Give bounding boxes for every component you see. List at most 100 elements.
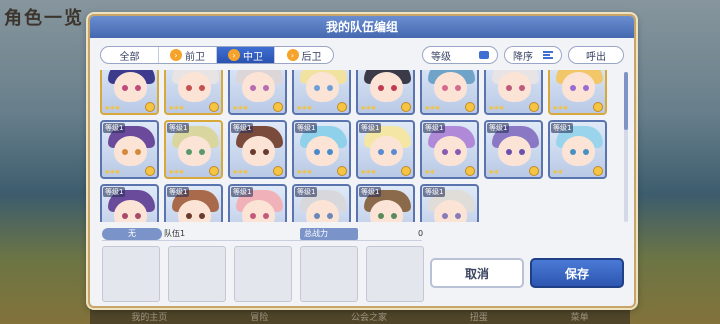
sort-order-button[interactable]: 降序 bbox=[504, 46, 562, 64]
character-eye bbox=[122, 85, 128, 91]
character-portrait-face bbox=[562, 136, 595, 166]
level-filter-button[interactable]: 等级 bbox=[422, 46, 498, 64]
star-rating: ★★ bbox=[552, 168, 564, 176]
team-info-bar: 无 队伍1 总战力 0 bbox=[102, 228, 424, 240]
character-portrait-face bbox=[370, 200, 403, 222]
grid-scrollbar[interactable] bbox=[624, 72, 628, 222]
character-card[interactable]: ★★★ bbox=[292, 70, 351, 115]
team-name[interactable]: 队伍1 bbox=[164, 228, 185, 240]
character-card[interactable]: ★★★ bbox=[228, 70, 287, 115]
rank-up-icon bbox=[401, 102, 411, 112]
team-slot[interactable] bbox=[366, 246, 424, 302]
character-eye bbox=[519, 85, 525, 91]
character-eye bbox=[570, 149, 576, 155]
character-eye bbox=[327, 85, 333, 91]
team-slot[interactable] bbox=[300, 246, 358, 302]
tab-position[interactable]: › 后卫 bbox=[275, 47, 333, 63]
rank-up-icon bbox=[209, 102, 219, 112]
character-card[interactable]: 等级1 ★★ bbox=[484, 120, 543, 179]
star-rating: ★★ bbox=[488, 168, 500, 176]
total-power-value: 0 bbox=[418, 229, 424, 238]
character-portrait-face bbox=[306, 200, 339, 222]
character-eye bbox=[250, 85, 256, 91]
character-card[interactable]: ★★★ bbox=[548, 70, 607, 115]
cancel-button[interactable]: 取消 bbox=[430, 258, 524, 288]
star-rating: ★★★ bbox=[232, 104, 249, 112]
tab-position[interactable]: › 前卫 bbox=[159, 47, 217, 63]
character-eye bbox=[327, 149, 333, 155]
character-eye bbox=[314, 149, 320, 155]
character-portrait-face bbox=[370, 72, 403, 102]
character-eye bbox=[378, 85, 384, 91]
rank-up-icon bbox=[337, 166, 347, 176]
filter-square-icon bbox=[479, 51, 489, 59]
call-button[interactable]: 呼出 bbox=[568, 46, 624, 64]
star-rating: ★★★ bbox=[488, 104, 505, 112]
character-eye bbox=[442, 213, 448, 219]
total-power-label: 总战力 bbox=[300, 228, 358, 240]
character-eye bbox=[519, 149, 525, 155]
character-level: 等级1 bbox=[231, 187, 254, 197]
team-divider bbox=[102, 240, 422, 241]
character-eye bbox=[583, 149, 589, 155]
character-card[interactable]: 等级1 ★★★ bbox=[228, 120, 287, 179]
rank-up-icon bbox=[273, 166, 283, 176]
character-portrait-face bbox=[434, 72, 467, 102]
character-eye bbox=[583, 85, 589, 91]
character-eye bbox=[186, 85, 192, 91]
character-card[interactable]: 等级1★★ bbox=[292, 184, 351, 222]
character-eye bbox=[378, 149, 384, 155]
character-portrait-face bbox=[434, 200, 467, 222]
character-portrait-face bbox=[114, 72, 147, 102]
team-slot[interactable] bbox=[102, 246, 160, 302]
tab-label: 中卫 bbox=[243, 51, 263, 63]
character-card[interactable]: 等级1★★ bbox=[420, 184, 479, 222]
character-card[interactable]: 等级1★★ bbox=[356, 184, 415, 222]
rank-up-icon bbox=[465, 102, 475, 112]
character-card[interactable]: ★★★ bbox=[484, 70, 543, 115]
save-button[interactable]: 保存 bbox=[530, 258, 624, 288]
character-level: 等级1 bbox=[487, 123, 510, 133]
character-card[interactable]: 等级1★★ bbox=[228, 184, 287, 222]
team-slot[interactable] bbox=[168, 246, 226, 302]
character-portrait-face bbox=[562, 72, 595, 102]
character-card[interactable]: 等级1★★ bbox=[100, 184, 159, 222]
character-eye bbox=[250, 213, 256, 219]
star-rating: ★★★ bbox=[168, 104, 185, 112]
character-level: 等级1 bbox=[295, 187, 318, 197]
character-eye bbox=[442, 85, 448, 91]
tab-position[interactable]: › 中卫 bbox=[217, 47, 275, 63]
character-card[interactable]: 等级1★★ bbox=[420, 120, 479, 179]
character-portrait-face bbox=[178, 200, 211, 222]
team-slot[interactable] bbox=[234, 246, 292, 302]
character-card[interactable]: 等级1 ★★★ bbox=[356, 120, 415, 179]
character-portrait-face bbox=[306, 136, 339, 166]
character-card[interactable]: 等级1★★ bbox=[548, 120, 607, 179]
character-eye bbox=[327, 213, 333, 219]
character-eye bbox=[199, 213, 205, 219]
character-portrait-face bbox=[370, 136, 403, 166]
rank-up-icon bbox=[145, 102, 155, 112]
character-eye bbox=[506, 85, 512, 91]
character-card[interactable]: 等级1★★ bbox=[164, 184, 223, 222]
character-eye bbox=[314, 85, 320, 91]
character-grid-viewport: ★★★ ★★★ ★★★ ★★★ ★★★ ★★★ ★★★ ★★★ 等级1 ★★★ 等级1 ★★★ 等级1 ★… bbox=[100, 70, 620, 222]
character-level: 等级1 bbox=[103, 187, 126, 197]
character-card[interactable]: ★★★ bbox=[100, 70, 159, 115]
character-card[interactable]: ★★★ bbox=[164, 70, 223, 115]
sort-icon bbox=[543, 51, 553, 59]
scrollbar-thumb[interactable] bbox=[624, 72, 628, 130]
star-rating: ★★★ bbox=[232, 168, 249, 176]
character-eye bbox=[455, 85, 461, 91]
character-portrait-face bbox=[178, 136, 211, 166]
character-card[interactable]: ★★★ bbox=[420, 70, 479, 115]
star-rating: ★★★ bbox=[296, 104, 313, 112]
tab-position[interactable]: 全部 bbox=[101, 47, 159, 63]
tab-label: 全部 bbox=[119, 51, 140, 63]
character-card[interactable]: ★★★ bbox=[356, 70, 415, 115]
character-card[interactable]: 等级1 ★★★ bbox=[164, 120, 223, 179]
character-card[interactable]: 等级1 ★★★ bbox=[100, 120, 159, 179]
character-card[interactable]: 等级1 ★★★ bbox=[292, 120, 351, 179]
character-portrait-face bbox=[114, 136, 147, 166]
call-label: 呼出 bbox=[586, 51, 606, 63]
